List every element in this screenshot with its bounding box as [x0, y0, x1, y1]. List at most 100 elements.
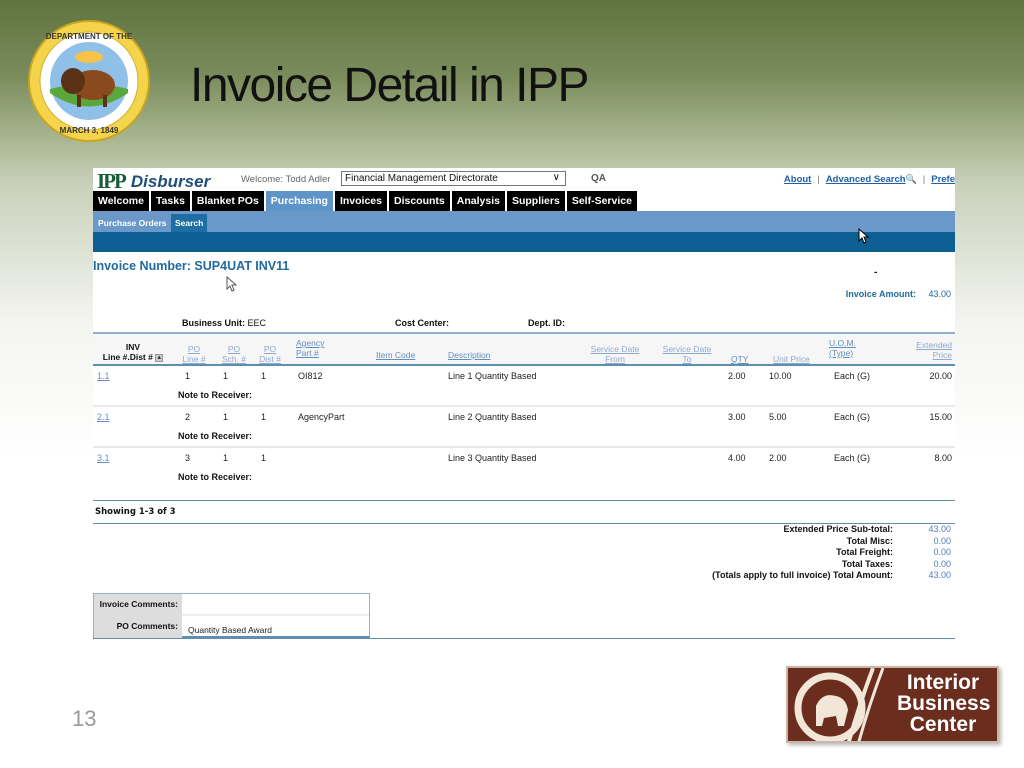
total-value: 0.00 — [933, 535, 951, 546]
invoice-number-title: Invoice Number: SUP4UAT INV11 — [93, 259, 290, 273]
col-label: Line # — [182, 354, 206, 364]
comments-box: Invoice Comments: PO Comments: Quantity … — [93, 593, 370, 638]
about-link[interactable]: About — [784, 174, 811, 185]
table-row: 2.1 2 1 1 AgencyPart Line 2 Quantity Bas… — [93, 407, 955, 448]
po-comments-row: PO Comments: Quantity Based Award — [94, 616, 369, 638]
po-dist: 1 — [261, 412, 267, 422]
logo-line: Interior — [906, 671, 980, 694]
brand-name: Disburser — [130, 171, 211, 191]
col-unit-price[interactable]: Unit Price — [773, 354, 810, 364]
unit-price: 10.00 — [769, 371, 792, 381]
po-dist: 1 — [261, 453, 267, 463]
description: Line 3 Quantity Based — [448, 453, 537, 463]
col-label: Service Date — [590, 344, 640, 354]
col-po-line[interactable]: PO Line # — [179, 344, 209, 364]
tab-invoices[interactable]: Invoices — [334, 191, 387, 211]
col-label: Service Date — [662, 344, 712, 354]
col-uom[interactable]: U.O.M. (Type) — [829, 338, 856, 358]
slide-number: 13 — [72, 706, 97, 731]
qty: 2.00 — [728, 371, 746, 381]
total-label: (Totals apply to full invoice) Total Amo… — [712, 570, 893, 580]
tab-discounts[interactable]: Discounts — [389, 191, 450, 211]
col-service-from[interactable]: Service Date From — [583, 344, 647, 364]
col-agency-part[interactable]: Agency Part # — [296, 338, 324, 358]
total-row-amount: (Totals apply to full invoice) Total Amo… — [712, 570, 951, 582]
po-sch: 1 — [223, 412, 229, 422]
col-inv-line[interactable]: INV Line #.Dist # ▲ — [101, 342, 165, 362]
total-label: Extended Price Sub-total: — [783, 524, 893, 534]
total-label: Total Freight: — [836, 547, 893, 557]
col-label: Extended — [916, 340, 952, 350]
qty: 4.00 — [728, 453, 746, 463]
svg-text:MARCH 3, 1849: MARCH 3, 1849 — [60, 126, 119, 135]
invoice-comments-row: Invoice Comments: — [94, 594, 369, 616]
col-po-sch[interactable]: PO Sch. # — [219, 344, 249, 364]
total-value: 43.00 — [928, 524, 951, 534]
po-dist: 1 — [261, 371, 267, 381]
col-label: To — [682, 354, 692, 364]
tab-self-service[interactable]: Self-Service — [566, 191, 637, 211]
invoice-amount-label: Invoice Amount: — [845, 289, 916, 299]
business-unit-value: EEC — [247, 318, 267, 328]
total-value: 43.00 — [928, 570, 951, 580]
pagination-status: Showing 1-3 of 3 — [95, 507, 176, 517]
tab-blanket-pos[interactable]: Blanket POs — [191, 191, 264, 211]
po-line: 1 — [185, 371, 191, 381]
tab-suppliers[interactable]: Suppliers — [506, 191, 565, 211]
col-label: Part # — [296, 348, 319, 358]
col-label: PO — [263, 344, 277, 354]
col-label: U.O.M. — [829, 338, 856, 348]
inv-line-link[interactable]: 2.1 — [97, 412, 110, 422]
col-label: From — [605, 354, 625, 364]
organization-select[interactable]: Financial Management Directorate ∨ — [341, 171, 566, 186]
po-comments-value: Quantity Based Award — [188, 625, 272, 635]
col-label: PO — [227, 344, 241, 354]
lines-table-header: INV Line #.Dist # ▲ PO Line # PO Sch. # PO… — [93, 332, 955, 366]
col-qty[interactable]: QTY — [731, 354, 748, 364]
interior-business-center-logo: Interior Business Center — [786, 666, 999, 743]
uom: Each (G) — [834, 453, 871, 463]
tab-purchasing[interactable]: Purchasing — [265, 191, 333, 211]
subtab-search[interactable]: Search — [171, 214, 208, 232]
tab-welcome[interactable]: Welcome — [93, 191, 149, 211]
col-service-to[interactable]: Service Date To — [655, 344, 719, 364]
page-bottom-divider — [93, 638, 955, 639]
invoice-amount-value: 43.00 — [928, 289, 951, 299]
col-description[interactable]: Description — [448, 350, 491, 360]
top-links: About | Advanced Search🔍 | Prefe — [783, 174, 955, 185]
col-po-dist[interactable]: PO Dist # — [255, 344, 285, 364]
total-value: 0.00 — [933, 547, 951, 557]
main-nav: Welcome Tasks Blanket POs Purchasing Inv… — [93, 191, 955, 211]
col-label: Agency — [296, 338, 325, 348]
advanced-search-link[interactable]: Advanced Search — [826, 174, 906, 185]
subtab-purchase-orders[interactable]: Purchase Orders — [94, 214, 171, 232]
description: Line 1 Quantity Based — [448, 371, 537, 381]
top-bar: IPP Disburser Welcome: Todd Adler Financ… — [93, 168, 955, 193]
sort-icon[interactable]: ▲ — [155, 353, 164, 362]
total-label: Total Misc: — [846, 535, 893, 546]
chevron-down-icon: ∨ — [552, 172, 560, 183]
sub-nav: Purchase Orders Search — [93, 211, 955, 232]
organization-select-value: Financial Management Directorate — [345, 173, 498, 184]
preferences-link[interactable]: Prefe — [931, 174, 955, 185]
note-to-receiver-label: Note to Receiver: — [178, 431, 253, 441]
tab-tasks[interactable]: Tasks — [150, 191, 190, 211]
tab-analysis[interactable]: Analysis — [451, 191, 505, 211]
col-extended-price[interactable]: Extended Price — [916, 340, 952, 360]
cost-center-label: Cost Center: — [395, 318, 450, 328]
search-icon: 🔍 — [905, 174, 917, 184]
uom: Each (G) — [834, 371, 871, 381]
extended-price: 8.00 — [934, 453, 952, 463]
po-comments-label: PO Comments: — [94, 616, 182, 638]
col-item-code[interactable]: Item Code — [376, 350, 415, 360]
col-label: Sch. # — [221, 354, 247, 364]
business-unit: Business Unit: EEC — [182, 318, 266, 328]
bison-swoosh-icon — [794, 668, 885, 741]
po-sch: 1 — [223, 371, 229, 381]
col-label: (Type) — [829, 348, 854, 358]
ipp-app-window: IPP Disburser Welcome: Todd Adler Financ… — [93, 168, 955, 643]
inv-line-link[interactable]: 1.1 — [97, 371, 110, 381]
inv-line-link[interactable]: 3.1 — [97, 453, 110, 463]
svg-text:DEPARTMENT OF THE: DEPARTMENT OF THE — [46, 32, 133, 41]
col-label: Line #.Dist # — [102, 352, 153, 362]
